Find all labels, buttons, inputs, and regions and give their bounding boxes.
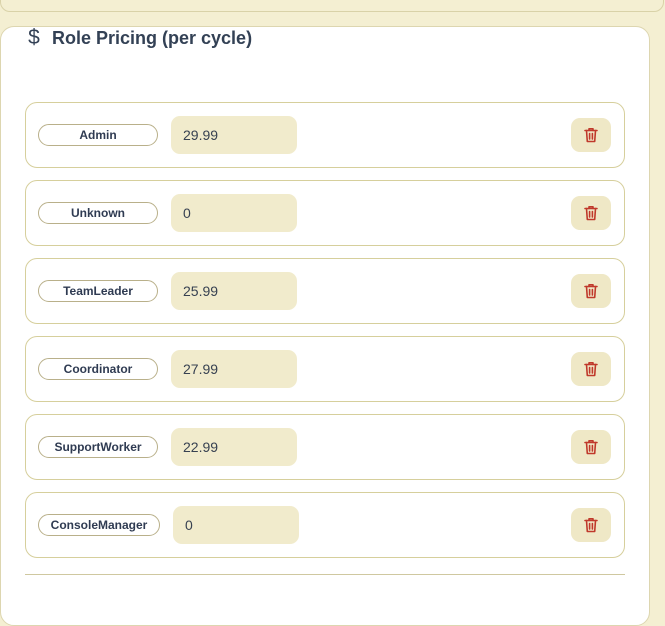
role-name-chip: TeamLeader [38,280,158,302]
price-input[interactable] [171,194,297,232]
price-input[interactable] [171,116,297,154]
section-header: $ Role Pricing (per cycle) [26,26,252,50]
trash-icon [584,440,598,455]
delete-role-button[interactable] [571,274,611,308]
delete-role-button[interactable] [571,430,611,464]
previous-section-card [0,0,664,12]
role-name-chip: Admin [38,124,158,146]
delete-role-button[interactable] [571,118,611,152]
role-price-row: Admin [25,102,625,168]
role-price-row: Coordinator [25,336,625,402]
price-input[interactable] [173,506,299,544]
price-input[interactable] [171,350,297,388]
role-price-row: SupportWorker [25,414,625,480]
role-name-chip: ConsoleManager [38,514,160,536]
section-title: Role Pricing (per cycle) [52,27,253,48]
trash-icon [584,518,598,533]
role-name-chip: Unknown [38,202,158,224]
dollar-icon: $ [28,26,40,49]
role-name-chip: SupportWorker [38,436,158,458]
trash-icon [584,362,598,377]
role-price-row: TeamLeader [25,258,625,324]
delete-role-button[interactable] [571,352,611,386]
role-name-chip: Coordinator [38,358,158,380]
trash-icon [584,128,598,143]
role-price-row: Unknown [25,180,625,246]
section-divider [25,574,625,575]
price-input[interactable] [171,428,297,466]
trash-icon [584,206,598,221]
delete-role-button[interactable] [571,508,611,542]
trash-icon [584,284,598,299]
delete-role-button[interactable] [571,196,611,230]
role-price-row: ConsoleManager [25,492,625,558]
price-input[interactable] [171,272,297,310]
